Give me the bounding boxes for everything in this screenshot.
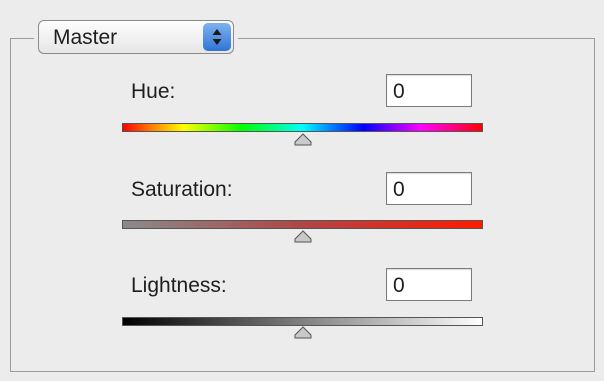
hue-label: Hue: (131, 80, 176, 103)
channel-popup-button[interactable]: Master (38, 20, 234, 54)
saturation-slider-track[interactable] (122, 220, 483, 229)
channel-selected-label: Master (53, 26, 118, 49)
lightness-slider-thumb[interactable] (294, 326, 312, 339)
saturation-label: Saturation: (131, 178, 233, 201)
hue-value-field[interactable] (386, 74, 472, 107)
hue-saturation-panel: Master Hue: Saturation: Lightness: (0, 0, 604, 381)
saturation-slider-thumb[interactable] (294, 230, 312, 243)
lightness-value-field[interactable] (386, 268, 472, 301)
up-down-arrows-icon (203, 23, 231, 51)
saturation-value-field[interactable] (386, 172, 472, 205)
lightness-label: Lightness: (131, 274, 227, 297)
lightness-slider-track[interactable] (122, 317, 483, 326)
hue-slider-track[interactable] (122, 123, 483, 132)
hue-slider-thumb[interactable] (294, 133, 312, 146)
